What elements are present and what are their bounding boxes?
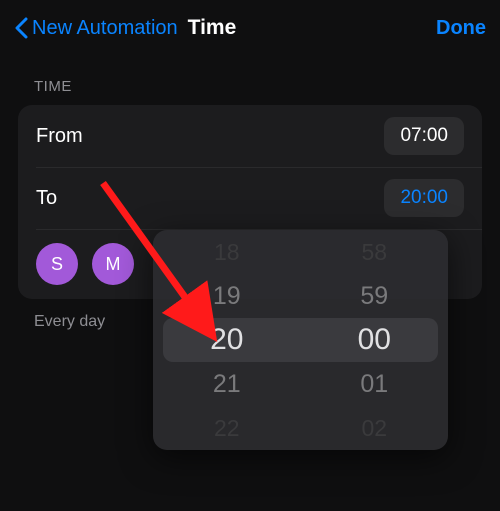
picker-hour-option[interactable]: 22 (214, 406, 240, 450)
picker-hour-option[interactable]: 21 (213, 362, 241, 406)
day-circle-sun[interactable]: S (36, 243, 78, 285)
picker-minute-option[interactable]: 01 (360, 362, 388, 406)
back-button[interactable]: New Automation (14, 17, 178, 40)
done-button[interactable]: Done (436, 17, 486, 40)
back-label: New Automation (32, 17, 178, 40)
nav-bar: New Automation Time Done (0, 0, 500, 56)
picker-minute-option[interactable]: 59 (360, 274, 388, 318)
from-label: From (36, 125, 83, 148)
picker-minute-option[interactable]: 58 (361, 230, 387, 274)
from-value[interactable]: 07:00 (384, 117, 464, 155)
picker-minutes-column[interactable]: 58 59 00 01 02 (301, 230, 449, 450)
to-row[interactable]: To 20:00 (18, 167, 482, 229)
section-header-time: TIME (0, 56, 500, 105)
picker-hour-option[interactable]: 19 (213, 274, 241, 318)
picker-hours-column[interactable]: 18 19 20 21 22 (153, 230, 301, 450)
picker-minute-option[interactable]: 02 (361, 406, 387, 450)
from-row[interactable]: From 07:00 (18, 105, 482, 167)
to-label: To (36, 187, 57, 210)
picker-hour-option[interactable]: 20 (210, 318, 243, 362)
time-picker[interactable]: 18 19 20 21 22 58 59 00 01 02 (153, 230, 448, 450)
to-value[interactable]: 20:00 (384, 179, 464, 217)
chevron-left-icon (14, 17, 29, 39)
day-circle-mon[interactable]: M (92, 243, 134, 285)
picker-hour-option[interactable]: 18 (214, 230, 240, 274)
picker-minute-option[interactable]: 00 (358, 318, 391, 362)
page-title: Time (188, 16, 237, 40)
